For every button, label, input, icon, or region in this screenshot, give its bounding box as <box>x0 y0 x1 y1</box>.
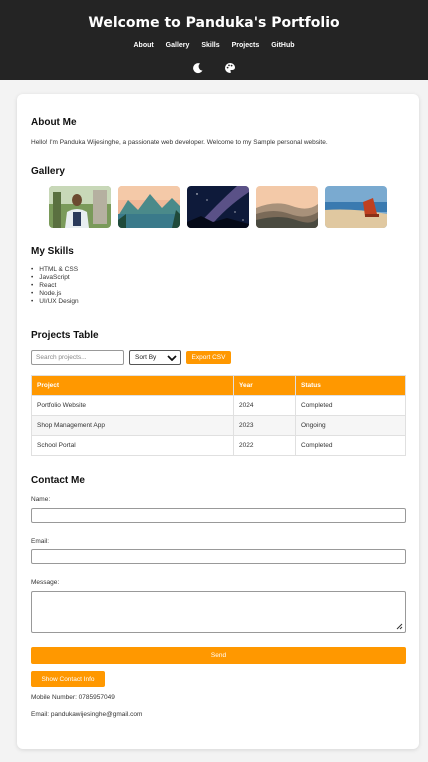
table-cell: 2023 <box>233 415 296 436</box>
projects-title: Projects Table <box>31 330 99 341</box>
column-header-status[interactable]: Status <box>295 375 406 396</box>
message-textarea[interactable] <box>31 591 406 633</box>
site-header: Welcome to Panduka's Portfolio About Gal… <box>0 0 428 80</box>
table-cell: Portfolio Website <box>31 395 234 416</box>
chevron-down-icon <box>167 354 177 361</box>
column-header-project[interactable]: Project <box>31 375 234 396</box>
misty-hills-photo[interactable] <box>256 186 318 228</box>
mountain-lake-photo[interactable] <box>118 186 180 228</box>
skill-item: JavaScript <box>31 274 79 282</box>
export-csv-button[interactable]: Export CSV <box>186 351 231 364</box>
column-header-year[interactable]: Year <box>233 375 296 396</box>
search-input[interactable] <box>31 350 124 365</box>
email-label: Email: <box>31 538 50 545</box>
skill-item: UI/UX Design <box>31 298 78 306</box>
skill-item: Node.js <box>31 290 79 298</box>
table-cell: 2022 <box>233 435 296 456</box>
milky-way-photo[interactable] <box>187 186 249 228</box>
palette-icon[interactable] <box>224 61 236 73</box>
table-row: Shop Management App 2023 Ongoing <box>31 415 406 436</box>
table-cell: Completed <box>295 395 406 416</box>
about-title: About Me <box>31 117 77 128</box>
projects-table: Project Year Status Portfolio Website 20… <box>31 375 406 456</box>
sort-select[interactable]: Sort By <box>129 350 181 365</box>
send-button[interactable]: Send <box>31 647 406 664</box>
content-card: About Me Hello! I'm Panduka Wijesinghe, … <box>17 94 419 749</box>
table-cell: Shop Management App <box>31 415 234 436</box>
about-text: Hello! I'm Panduka Wijesinghe, a passion… <box>31 139 328 146</box>
email-field[interactable] <box>31 549 406 564</box>
table-row: School Portal 2022 Completed <box>31 435 406 456</box>
nav-link-about[interactable]: About <box>133 42 153 49</box>
sort-select-label: Sort By <box>135 354 157 361</box>
table-cell: Completed <box>295 435 406 456</box>
nav-link-projects[interactable]: Projects <box>232 42 260 49</box>
table-cell: School Portal <box>31 435 234 456</box>
message-label: Message: <box>31 579 60 586</box>
name-label: Name: <box>31 496 51 503</box>
name-field[interactable] <box>31 508 406 523</box>
header-icons <box>0 58 428 76</box>
table-cell: Ongoing <box>295 415 406 436</box>
skills-title: My Skills <box>31 246 74 257</box>
skill-item: React <box>31 282 79 290</box>
skill-item: HTML & CSS <box>31 266 79 274</box>
nav-link-github[interactable]: GitHub <box>271 42 294 49</box>
email-info: Email: pandukawijesinghe@gmail.com <box>31 711 143 718</box>
moon-icon[interactable] <box>192 61 204 73</box>
nav-link-gallery[interactable]: Gallery <box>166 42 190 49</box>
show-contact-info-button[interactable]: Show Contact Info <box>31 671 105 687</box>
table-header-row: Project Year Status <box>31 375 406 396</box>
mobile-number: Mobile Number: 0785957049 <box>31 694 115 701</box>
table-cell: 2024 <box>233 395 296 416</box>
contact-title: Contact Me <box>31 475 85 486</box>
resize-handle-icon[interactable] <box>395 622 403 630</box>
nav-link-skills[interactable]: Skills <box>201 42 219 49</box>
main-nav: About Gallery Skills Projects GitHub <box>0 42 428 49</box>
table-row: Portfolio Website 2024 Completed <box>31 395 406 416</box>
portrait-photo[interactable] <box>49 186 111 228</box>
site-title: Welcome to Panduka's Portfolio <box>88 15 340 31</box>
gallery-title: Gallery <box>31 166 65 177</box>
beach-chair-photo[interactable] <box>325 186 387 228</box>
skills-list: HTML & CSS JavaScript React Node.js UI/U… <box>31 266 79 306</box>
